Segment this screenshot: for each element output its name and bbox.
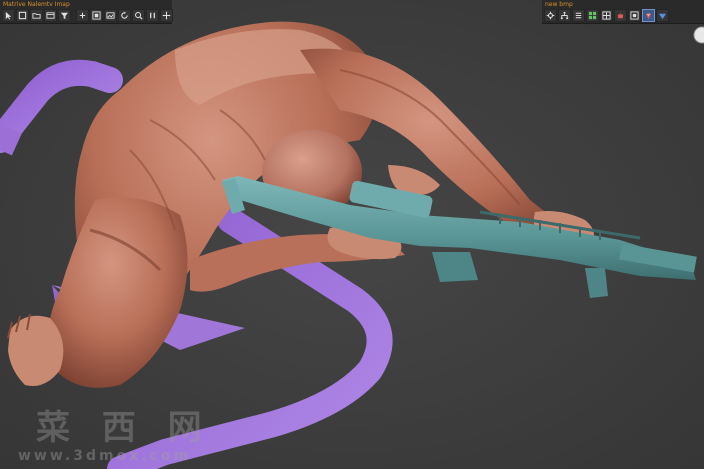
filter-icon bbox=[60, 12, 69, 20]
teapot-button[interactable] bbox=[614, 9, 627, 22]
watermark-url: www.3dmox.com bbox=[18, 448, 192, 464]
spline-left-end[interactable] bbox=[0, 123, 22, 156]
rotate-button[interactable] bbox=[118, 9, 131, 22]
left-toolbar-buttons bbox=[2, 9, 173, 22]
effects-icon bbox=[658, 13, 667, 20]
arrow-icon bbox=[5, 11, 12, 20]
material-icon bbox=[602, 11, 611, 20]
toolbar-separator bbox=[72, 9, 75, 22]
rifle-magazine[interactable] bbox=[432, 252, 478, 282]
right-toolbar-title: new bmp bbox=[545, 1, 573, 8]
magnifier-icon bbox=[135, 12, 143, 20]
environment-button[interactable] bbox=[642, 9, 655, 22]
view-button[interactable] bbox=[90, 9, 103, 22]
teapot-icon bbox=[617, 13, 624, 19]
render-frame-button[interactable] bbox=[628, 9, 641, 22]
select-region-button[interactable] bbox=[16, 9, 29, 22]
folder-icon bbox=[32, 13, 41, 19]
gear-icon bbox=[546, 11, 555, 20]
hierarchy-icon bbox=[560, 11, 569, 20]
rotate-icon bbox=[121, 11, 128, 19]
render-button[interactable] bbox=[104, 9, 117, 22]
open-button[interactable] bbox=[30, 9, 43, 22]
effects-button[interactable] bbox=[656, 9, 669, 22]
frame-icon bbox=[92, 11, 101, 20]
select-object-button[interactable] bbox=[2, 9, 15, 22]
link-icon bbox=[79, 12, 86, 19]
modify-button[interactable] bbox=[58, 9, 71, 22]
watermark-chinese: 菜 西 网 bbox=[36, 408, 212, 448]
grid-button[interactable] bbox=[586, 9, 599, 22]
environment-icon bbox=[645, 13, 652, 20]
list-icon bbox=[575, 12, 582, 19]
picture-icon bbox=[106, 12, 115, 19]
viewport-scene[interactable] bbox=[0, 0, 704, 469]
pan-button[interactable] bbox=[160, 9, 173, 22]
right-toolbar: new bmp bbox=[542, 0, 704, 24]
square-icon bbox=[18, 11, 27, 20]
grid-icon bbox=[588, 11, 597, 20]
right-toolbar-buttons bbox=[544, 9, 669, 22]
left-toolbar: Matrive Nalemtv Imap bbox=[0, 0, 173, 24]
list-button[interactable] bbox=[572, 9, 585, 22]
snap-button[interactable] bbox=[146, 9, 159, 22]
left-toolbar-title: Matrive Nalemtv Imap bbox=[3, 1, 70, 8]
render-setup-button[interactable] bbox=[544, 9, 557, 22]
watermark: 菜 西 网 www.3dmox.com bbox=[0, 400, 202, 469]
scale-button[interactable] bbox=[132, 9, 145, 22]
3d-viewport[interactable] bbox=[0, 0, 704, 469]
viewcube-icon[interactable] bbox=[692, 26, 704, 44]
snap-icon bbox=[150, 12, 155, 19]
transform-button[interactable] bbox=[44, 9, 57, 22]
hierarchy-button[interactable] bbox=[558, 9, 571, 22]
window-icon bbox=[46, 12, 55, 19]
render-frame-icon bbox=[630, 11, 639, 20]
move-icon bbox=[162, 11, 171, 20]
material-button[interactable] bbox=[600, 9, 613, 22]
link-button[interactable] bbox=[76, 9, 89, 22]
